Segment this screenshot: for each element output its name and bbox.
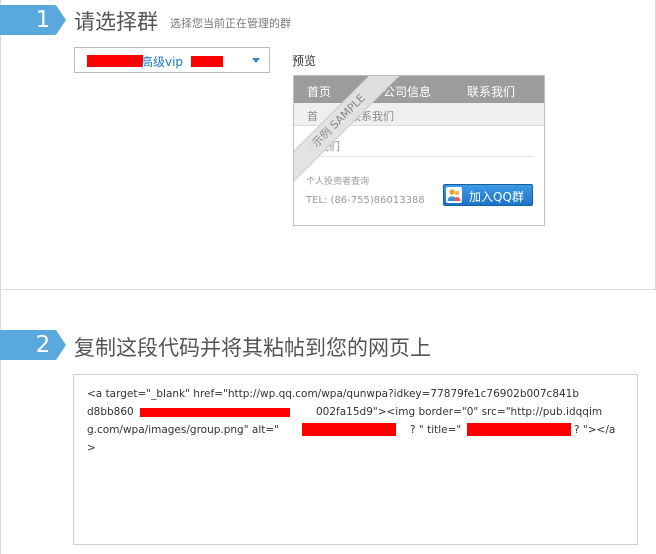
preview-card: 首页 公司信息 联系我们 首 联系我们 系我们 个人投资者查询 TEL: (86… (293, 75, 545, 226)
code-textarea[interactable]: <a target="_blank" href="http://wp.qq.co… (73, 374, 638, 545)
redaction-mark (140, 408, 290, 417)
code-line: d8bb860 (87, 406, 134, 418)
step-1-badge: 1 (0, 5, 66, 35)
join-qq-group-button[interactable]: 加入QQ群 (443, 184, 533, 206)
join-qq-group-label: 加入QQ群 (469, 190, 524, 204)
step-1-number: 1 (35, 7, 51, 33)
step-2-badge: 2 (0, 330, 66, 360)
preview-nav-company: 公司信息 (383, 85, 432, 99)
section-divider (0, 289, 656, 290)
chevron-down-icon[interactable] (252, 58, 260, 63)
code-line: <a target="_blank" href="http://wp.qq.co… (87, 388, 580, 400)
step-1-subtitle: 选择您当前正在管理的群 (170, 17, 291, 30)
redaction-mark (191, 56, 223, 67)
preview-label: 预览 (292, 54, 317, 68)
code-line: 002fa15d9"><img border="0" src="http://p… (316, 406, 603, 418)
preview-subbar-home: 首 (307, 110, 318, 123)
code-line: ? " title=" (410, 424, 462, 436)
step-1-title: 请选择群 (74, 10, 158, 34)
preview-divider (306, 156, 532, 157)
redaction-mark (467, 423, 571, 436)
redaction-mark (87, 55, 143, 67)
code-line: g.com/wpa/images/group.png" alt=" (87, 424, 279, 436)
group-select-value: 高级vip (141, 55, 184, 69)
people-icon (446, 187, 462, 203)
group-select[interactable]: 高级vip (74, 47, 270, 73)
preview-tel: TEL: (86-755)86013388 (306, 195, 425, 206)
preview-investor-label: 个人投资者查询 (306, 177, 370, 187)
code-line: > (87, 442, 96, 454)
code-line: ? "></a (574, 424, 616, 436)
preview-nav-home: 首页 (307, 85, 332, 99)
preview-nav: 首页 公司信息 联系我们 (294, 76, 544, 103)
redaction-mark (302, 423, 396, 436)
step-2-number: 2 (35, 332, 51, 358)
step-2-title: 复制这段代码并将其粘帖到您的网页上 (74, 336, 431, 360)
preview-nav-contact: 联系我们 (467, 85, 516, 99)
left-border (0, 0, 1, 554)
